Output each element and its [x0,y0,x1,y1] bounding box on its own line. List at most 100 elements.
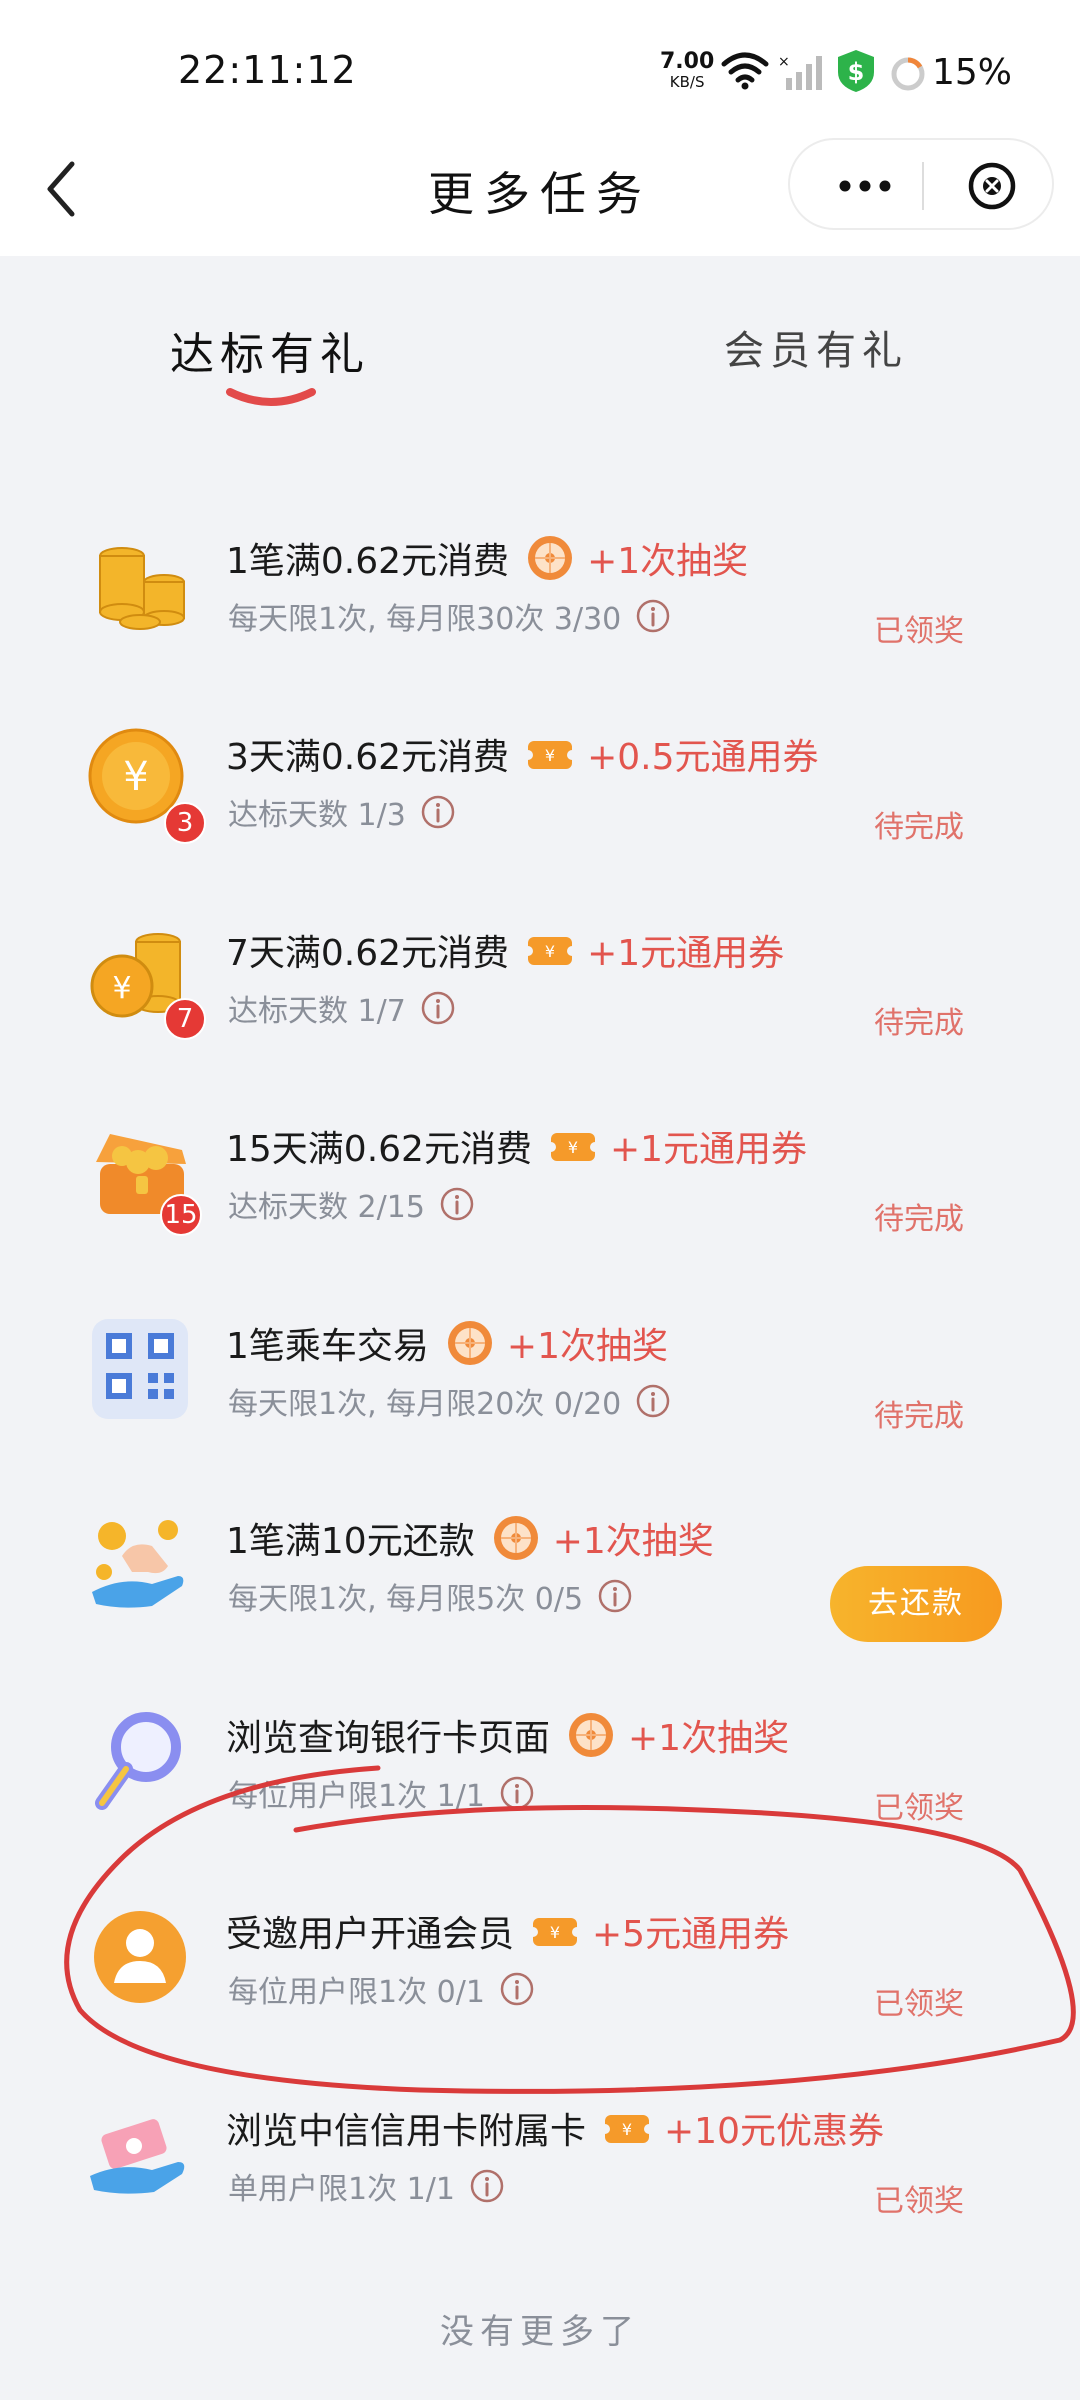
task-title-line: 浏览查询银行卡页面 +1次抽奖 [226,1709,789,1761]
task-subtitle-line: 每天限1次, 每月限20次 0/20 [228,1379,671,1423]
svg-text:¥: ¥ [568,1138,578,1157]
task-subtitle-line: 达标天数 1/7 [228,986,456,1030]
info-icon[interactable] [499,1775,535,1811]
task-subtitle: 达标天数 1/3 [228,798,406,833]
task-row: 1笔乘车交易 +1次抽奖每天限1次, 每月限20次 0/20 待完成 [0,1305,1080,1495]
net-speed-value: 7.00 [660,49,715,74]
user-avatar-icon [82,1899,198,2015]
task-title-line: 7天满0.62元消费 ¥ +1元通用券 [226,924,784,976]
nav-bar: 更多任务 [0,130,1080,256]
net-speed: 7.00 KB/S [660,49,715,92]
task-subtitle: 每天限1次, 每月限20次 0/20 [228,1387,622,1422]
svg-text:$: $ [848,58,865,86]
task-status[interactable]: 已领奖 [874,2176,964,2220]
task-subtitle: 单用户限1次 1/1 [228,2172,455,2207]
task-subtitle-line: 达标天数 1/3 [228,790,456,834]
task-reward: +1元通用券 [587,933,785,974]
hand-card-icon [82,2096,198,2212]
active-tab-indicator [226,388,316,406]
task-title: 浏览中信信用卡附属卡 [226,2111,587,2152]
task-title: 浏览查询银行卡页面 [226,1718,551,1759]
info-icon[interactable] [420,794,456,830]
task-title: 15天满0.62元消费 [226,1129,532,1170]
lottery-wheel-icon [525,533,575,583]
task-subtitle-line: 达标天数 2/15 [228,1182,475,1226]
info-icon[interactable] [499,1971,535,2007]
task-subtitle: 每位用户限1次 1/1 [228,1779,485,1814]
svg-text:¥: ¥ [545,942,555,961]
task-subtitle: 每天限1次, 每月限30次 3/30 [228,602,622,637]
task-status[interactable]: 待完成 [874,998,964,1042]
coupon-ticket-icon: ¥ [523,729,578,779]
task-reward: +1次抽奖 [506,1326,668,1367]
lottery-wheel-icon [445,1318,495,1368]
lottery-wheel-icon [566,1710,616,1760]
info-icon[interactable] [469,2168,505,2204]
task-reward: +1次抽奖 [628,1718,790,1759]
task-row: ¥7 7天满0.62元消费 ¥ +1元通用券 达标天数 1/7 待完成 [0,912,1080,1102]
status-time: 22:11:12 [178,48,357,92]
svg-text:¥: ¥ [112,971,131,1006]
task-row: ¥3 3天满0.62元消费 ¥ +0.5元通用券达标天数 1/3 待完成 [0,716,1080,906]
close-circle-icon[interactable] [966,160,1018,212]
task-title: 1笔满0.62元消费 [226,541,510,582]
task-status[interactable]: 已领奖 [874,1783,964,1827]
task-subtitle-line: 单用户限1次 1/1 [228,2164,505,2208]
task-subtitle-line: 每位用户限1次 0/1 [228,1967,535,2011]
svg-text:¥: ¥ [545,746,555,765]
coupon-ticket-icon: ¥ [523,925,578,975]
task-title: 7天满0.62元消费 [226,933,510,974]
more-dots-icon[interactable] [830,166,900,206]
info-icon[interactable] [439,1186,475,1222]
battery-ring-icon [891,57,925,91]
task-status[interactable]: 待完成 [874,1194,964,1238]
repay-button[interactable]: 去还款 [830,1566,1002,1642]
task-status[interactable]: 待完成 [874,802,964,846]
task-status[interactable]: 已领奖 [874,606,964,650]
progress-badge: 15 [160,1194,202,1236]
no-more-text: 没有更多了 [440,2312,640,2352]
task-status[interactable]: 已领奖 [874,1979,964,2023]
task-subtitle: 达标天数 2/15 [228,1190,425,1225]
task-title-line: 1笔满10元还款 +1次抽奖 [226,1512,714,1564]
shield-dollar-icon: $ [838,50,874,92]
task-status[interactable]: 待完成 [874,1391,964,1435]
task-row: 15 15天满0.62元消费 ¥ +1元通用券达标天数 2/15 待完成 [0,1108,1080,1298]
info-icon[interactable] [635,1383,671,1419]
task-title: 1笔满10元还款 [226,1521,475,1562]
task-reward: +1元通用券 [609,1129,808,1170]
task-title: 3天满0.62元消费 [226,737,510,778]
task-title: 受邀用户开通会员 [226,1914,515,1955]
lottery-wheel-icon [491,1513,541,1563]
task-reward: +0.5元通用券 [587,737,819,778]
capsule-divider [922,162,924,210]
info-icon[interactable] [597,1578,633,1614]
signal-icon: × [778,54,822,90]
coupon-ticket-icon: ¥ [545,1121,600,1171]
svg-text:¥: ¥ [123,754,148,800]
task-reward: +10元优惠券 [664,2111,884,2152]
task-title-line: 受邀用户开通会员 ¥ +5元通用券 [226,1905,789,1957]
svg-text:¥: ¥ [550,1923,560,1942]
task-row: 1笔满10元还款 +1次抽奖每天限1次, 每月限5次 0/5 去还款 [0,1500,1080,1690]
task-row: 受邀用户开通会员 ¥ +5元通用券 每位用户限1次 0/1 已领奖 [0,1893,1080,2083]
coupon-ticket-icon: ¥ [528,1906,583,1956]
task-title-line: 浏览中信信用卡附属卡 ¥ +10元优惠券 [226,2102,884,2154]
tab-member-rewards[interactable]: 会员有礼 [724,318,908,376]
svg-text:×: × [778,54,790,70]
task-subtitle: 每天限1次, 每月限5次 0/5 [228,1582,584,1617]
progress-badge: 3 [164,802,206,844]
task-subtitle-line: 每天限1次, 每月限5次 0/5 [228,1574,633,1618]
info-icon[interactable] [635,598,671,634]
task-reward: +1次抽奖 [587,541,749,582]
info-icon[interactable] [420,990,456,1026]
battery-percent: 15% [932,52,1013,93]
task-title-line: 1笔满0.62元消费 +1次抽奖 [226,532,748,584]
net-speed-unit: KB/S [669,73,705,91]
tab-standard-rewards[interactable]: 达标有礼 [170,318,370,382]
task-subtitle: 达标天数 1/7 [228,994,406,1029]
coupon-ticket-icon: ¥ [600,2103,655,2153]
task-subtitle-line: 每位用户限1次 1/1 [228,1771,535,1815]
task-title-line: 1笔乘车交易 +1次抽奖 [226,1317,668,1369]
svg-text:¥: ¥ [622,2120,632,2139]
